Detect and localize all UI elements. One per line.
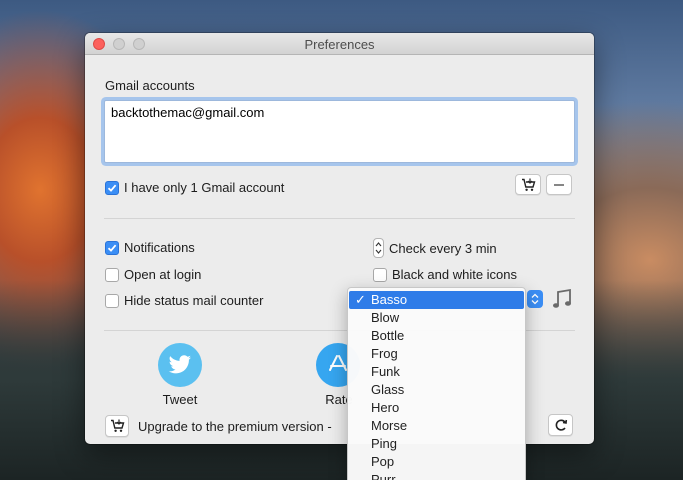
sound-menu-item[interactable]: Funk [349,363,524,381]
sound-menu-item[interactable]: Frog [349,345,524,363]
sound-menu-item-label: Basso [371,292,408,307]
window-title: Preferences [304,37,375,52]
sound-menu-item[interactable]: Hero [349,399,524,417]
twitter-icon [168,355,192,374]
gmail-accounts-label: Gmail accounts [105,78,195,93]
upgrade-text[interactable]: Upgrade to the premium version - [138,419,332,434]
cart-icon [521,178,535,191]
sound-select-arrow[interactable] [527,290,543,308]
remove-account-button[interactable] [546,174,572,195]
music-note-icon [553,288,571,308]
refresh-button[interactable] [548,414,573,436]
open-at-login-row[interactable]: Open at login [105,267,201,282]
open-at-login-checkbox[interactable] [105,267,119,282]
sound-menu-item-selected[interactable]: ✓ Basso [349,291,524,309]
minus-icon [554,183,564,186]
sound-menu-item[interactable]: Purr [349,471,524,480]
only-one-account-label: I have only 1 Gmail account [124,180,285,195]
stepper-arrows-icon [375,242,382,254]
add-account-cart-button[interactable] [515,174,541,195]
sound-menu-item[interactable]: Bottle [349,327,524,345]
only-one-account-row[interactable]: I have only 1 Gmail account [105,180,284,195]
hide-counter-row[interactable]: Hide status mail counter [105,293,263,308]
sound-menu-item[interactable]: Blow [349,309,524,327]
notifications-row[interactable]: Notifications [105,240,195,255]
notifications-checkbox[interactable] [105,240,119,255]
chevron-updown-icon [531,293,539,305]
hide-counter-checkbox[interactable] [105,293,119,308]
check-interval-label: Check every 3 min [389,240,497,256]
sound-menu-item[interactable]: Glass [349,381,524,399]
notifications-label: Notifications [124,240,195,255]
play-sound-button[interactable] [551,288,573,313]
gmail-accounts-textarea[interactable]: backtothemac@gmail.com [104,100,575,163]
tweet-button[interactable] [158,343,202,387]
divider-top [104,218,575,219]
tweet-label: Tweet [162,392,198,407]
sound-menu-item[interactable]: Pop [349,453,524,471]
cart-icon [110,419,124,432]
only-one-account-checkbox[interactable] [105,180,119,195]
checkmark-icon [107,184,117,192]
hide-counter-label: Hide status mail counter [124,293,264,308]
bw-icons-row[interactable]: Black and white icons [373,267,517,282]
sound-dropdown-menu: ✓ Basso Blow Bottle Frog Funk Glass Hero… [347,287,526,480]
bw-icons-checkbox[interactable] [373,267,387,282]
refresh-icon [555,419,567,431]
sound-menu-item[interactable]: Ping [349,435,524,453]
open-at-login-label: Open at login [124,267,202,282]
sound-menu-item[interactable]: Morse [349,417,524,435]
check-interval-row[interactable]: Check every 3 min [373,238,497,258]
checkmark-icon [107,244,117,252]
upgrade-cart-button[interactable] [105,415,129,437]
bw-icons-label: Black and white icons [392,267,518,282]
title-bar[interactable]: Preferences [85,33,594,55]
checkmark-icon: ✓ [355,292,366,307]
check-interval-stepper[interactable] [373,238,384,258]
